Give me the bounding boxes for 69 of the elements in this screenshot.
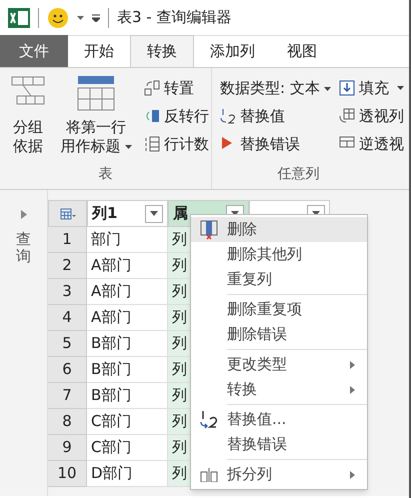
queries-pane-label[interactable]: 查询 — [16, 231, 31, 264]
table-cell: C部门 — [87, 409, 168, 435]
table-cell: A部门 — [87, 305, 168, 331]
row-number: 8 — [48, 409, 87, 435]
delete-column-icon — [200, 220, 218, 240]
ribbon-command[interactable]: 透视列 — [338, 104, 404, 128]
split-column-icon — [200, 468, 218, 482]
window-title: 表3 - 查询编辑器 — [117, 7, 232, 28]
fill-down-icon — [338, 80, 355, 96]
group-by-icon — [11, 76, 45, 106]
button-label: 分组 — [13, 118, 43, 137]
caret-icon — [324, 86, 331, 91]
smiley-icon[interactable] — [47, 6, 69, 28]
customize-toolbar-icon[interactable] — [92, 14, 100, 22]
use-first-row-as-headers-button[interactable]: 将第一行 用作标题 — [56, 76, 136, 164]
table-cell: A部门 — [87, 253, 168, 279]
table-header-icon — [77, 76, 115, 112]
group-by-button[interactable]: 分组 依据 — [8, 76, 48, 164]
ribbon-tab[interactable]: 开始 — [68, 35, 130, 67]
file-tab[interactable]: 文件 — [0, 35, 68, 67]
group-label: 任意列 — [276, 165, 320, 184]
row-number: 10 — [48, 461, 87, 487]
app-logo-icon — [8, 8, 30, 28]
reverse-rows-icon — [144, 108, 160, 124]
column-header[interactable]: 列1 — [87, 200, 168, 227]
ribbon-command[interactable]: 逆透视 — [338, 132, 404, 156]
expand-arrow-icon[interactable] — [20, 210, 26, 219]
table-cell: 部门 — [87, 227, 168, 253]
ribbon-command[interactable]: 替换错误 — [220, 132, 331, 156]
caret-icon — [124, 144, 132, 148]
caret-icon — [396, 86, 404, 90]
caret-icon[interactable] — [77, 16, 84, 20]
transpose-icon — [144, 80, 160, 96]
fill-dropdown[interactable]: 填充 — [338, 76, 404, 100]
row-number: 7 — [48, 383, 87, 409]
button-label: 用作标题 — [60, 137, 120, 156]
filter-button[interactable] — [145, 204, 163, 222]
replace-values-icon — [220, 108, 236, 124]
count-rows-icon — [144, 136, 160, 152]
row-number: 5 — [48, 331, 87, 357]
replace-values-icon — [199, 410, 219, 430]
dropdown-arrow-icon — [150, 211, 158, 216]
data-type-dropdown[interactable]: 数据类型: 文本 — [220, 76, 331, 100]
row-number: 2 — [48, 253, 87, 279]
table-cell: C部门 — [87, 435, 168, 461]
row-number: 1 — [48, 227, 87, 253]
ribbon-tab[interactable]: 添加列 — [194, 35, 271, 67]
table-cell: B部门 — [87, 383, 168, 409]
ribbon-command[interactable]: 行计数 — [144, 132, 209, 156]
ribbon-tab[interactable]: 视图 — [271, 35, 333, 67]
pivot-icon — [338, 108, 355, 124]
row-number: 3 — [48, 279, 87, 305]
group-label: 表 — [98, 165, 114, 184]
table-cell: A部门 — [87, 279, 168, 305]
ribbon-command[interactable]: 替换值 — [220, 104, 331, 128]
ribbon-tab[interactable]: 转换 — [130, 35, 194, 67]
table-cell: B部门 — [87, 331, 168, 357]
row-number: 6 — [48, 357, 87, 383]
table-cell: B部门 — [87, 357, 168, 383]
table-icon — [60, 208, 76, 220]
row-number: 9 — [48, 435, 87, 461]
button-label: 依据 — [13, 137, 43, 156]
table-menu-button[interactable] — [48, 200, 87, 227]
ribbon-command[interactable]: 反转行 — [144, 104, 209, 128]
menu-item[interactable]: 删除 — [191, 217, 367, 242]
ribbon-command[interactable]: 转置 — [144, 76, 209, 100]
table-cell: D部门 — [87, 461, 168, 487]
row-number: 4 — [48, 305, 87, 331]
button-label: 将第一行 — [66, 118, 126, 137]
